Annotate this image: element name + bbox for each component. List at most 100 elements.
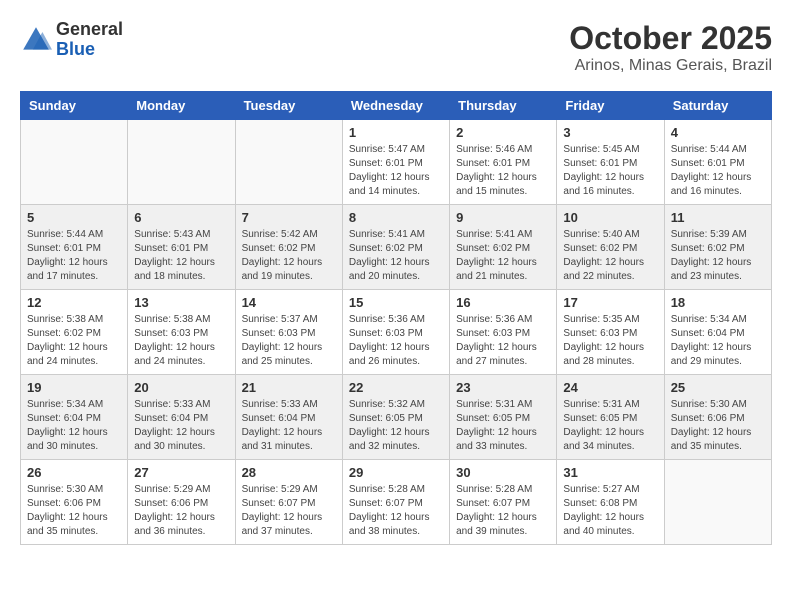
logo-line1: General [56,20,123,40]
calendar-day-cell [128,120,235,205]
day-number: 23 [456,380,550,395]
logo-text: General Blue [56,20,123,60]
calendar-day-cell: 27 Sunrise: 5:29 AMSunset: 6:06 PMDayligh… [128,460,235,545]
calendar-day-cell: 13 Sunrise: 5:38 AMSunset: 6:03 PMDayligh… [128,290,235,375]
page-header: General Blue October 2025 Arinos, Minas … [20,20,772,75]
calendar-day-cell: 15Sunrise: 5:36 AMSunset: 6:03 PMDayligh… [342,290,449,375]
calendar-day-cell: 7 Sunrise: 5:42 AMSunset: 6:02 PMDaylight… [235,205,342,290]
title-section: October 2025 Arinos, Minas Gerais, Brazi… [569,20,772,75]
day-info: Sunrise: 5:30 AMSunset: 6:06 PMDaylight:… [671,398,765,454]
calendar-day-cell: 24Sunrise: 5:31 AMSunset: 6:05 PMDayligh… [557,375,664,460]
calendar-week-row: 26 Sunrise: 5:30 AMSunset: 6:06 PMDayligh… [21,460,772,545]
calendar-day-cell: 9 Sunrise: 5:41 AMSunset: 6:02 PMDaylight… [450,205,557,290]
day-number: 11 [671,210,765,225]
day-number: 21 [242,380,336,395]
weekday-header-row: SundayMondayTuesdayWednesdayThursdayFrid… [21,92,772,120]
calendar-week-row: 19Sunrise: 5:34 AMSunset: 6:04 PMDayligh… [21,375,772,460]
location-label: Arinos, Minas Gerais, Brazil [569,57,772,75]
day-number: 28 [242,465,336,480]
calendar-day-cell [235,120,342,205]
calendar-day-cell: 6 Sunrise: 5:43 AMSunset: 6:01 PMDaylight… [128,205,235,290]
weekday-header-friday: Friday [557,92,664,120]
day-number: 20 [134,380,228,395]
calendar-day-cell: 26 Sunrise: 5:30 AMSunset: 6:06 PMDayligh… [21,460,128,545]
day-info: Sunrise: 5:47 AMSunset: 6:01 PMDaylight:… [349,143,443,199]
day-number: 29 [349,465,443,480]
day-info: Sunrise: 5:32 AMSunset: 6:05 PMDaylight:… [349,398,443,454]
weekday-header-sunday: Sunday [21,92,128,120]
day-info: Sunrise: 5:40 AMSunset: 6:02 PMDaylight:… [563,228,657,284]
calendar-day-cell: 3 Sunrise: 5:45 AMSunset: 6:01 PMDaylight… [557,120,664,205]
calendar-day-cell [664,460,771,545]
day-info: Sunrise: 5:45 AMSunset: 6:01 PMDaylight:… [563,143,657,199]
logo-icon [20,24,52,56]
day-info: Sunrise: 5:37 AMSunset: 6:03 PMDaylight:… [242,313,336,369]
day-number: 2 [456,125,550,140]
day-info: Sunrise: 5:30 AMSunset: 6:06 PMDaylight:… [27,483,121,539]
day-info: Sunrise: 5:36 AMSunset: 6:03 PMDaylight:… [349,313,443,369]
day-number: 7 [242,210,336,225]
day-info: Sunrise: 5:42 AMSunset: 6:02 PMDaylight:… [242,228,336,284]
day-number: 6 [134,210,228,225]
day-number: 5 [27,210,121,225]
day-info: Sunrise: 5:36 AMSunset: 6:03 PMDaylight:… [456,313,550,369]
day-info: Sunrise: 5:28 AMSunset: 6:07 PMDaylight:… [456,483,550,539]
calendar-day-cell: 29 Sunrise: 5:28 AMSunset: 6:07 PMDayligh… [342,460,449,545]
calendar-day-cell: 20 Sunrise: 5:33 AMSunset: 6:04 PMDayligh… [128,375,235,460]
day-info: Sunrise: 5:29 AMSunset: 6:07 PMDaylight:… [242,483,336,539]
day-number: 8 [349,210,443,225]
day-number: 25 [671,380,765,395]
day-number: 16 [456,295,550,310]
day-number: 13 [134,295,228,310]
calendar-day-cell: 31 Sunrise: 5:27 AMSunset: 6:08 PMDayligh… [557,460,664,545]
day-info: Sunrise: 5:29 AMSunset: 6:06 PMDaylight:… [134,483,228,539]
day-number: 17 [563,295,657,310]
day-number: 19 [27,380,121,395]
calendar-day-cell: 23 Sunrise: 5:31 AMSunset: 6:05 PMDayligh… [450,375,557,460]
calendar-day-cell: 25 Sunrise: 5:30 AMSunset: 6:06 PMDayligh… [664,375,771,460]
calendar-day-cell: 5 Sunrise: 5:44 AMSunset: 6:01 PMDaylight… [21,205,128,290]
day-number: 26 [27,465,121,480]
calendar-day-cell: 2 Sunrise: 5:46 AMSunset: 6:01 PMDaylight… [450,120,557,205]
calendar-day-cell: 19Sunrise: 5:34 AMSunset: 6:04 PMDayligh… [21,375,128,460]
calendar-day-cell [21,120,128,205]
calendar-day-cell: 14 Sunrise: 5:37 AMSunset: 6:03 PMDayligh… [235,290,342,375]
calendar-day-cell: 1Sunrise: 5:47 AMSunset: 6:01 PMDaylight… [342,120,449,205]
day-info: Sunrise: 5:43 AMSunset: 6:01 PMDaylight:… [134,228,228,284]
day-number: 3 [563,125,657,140]
weekday-header-wednesday: Wednesday [342,92,449,120]
day-number: 14 [242,295,336,310]
day-info: Sunrise: 5:31 AMSunset: 6:05 PMDaylight:… [456,398,550,454]
day-info: Sunrise: 5:38 AMSunset: 6:03 PMDaylight:… [134,313,228,369]
day-number: 12 [27,295,121,310]
weekday-header-tuesday: Tuesday [235,92,342,120]
day-info: Sunrise: 5:39 AMSunset: 6:02 PMDaylight:… [671,228,765,284]
day-info: Sunrise: 5:41 AMSunset: 6:02 PMDaylight:… [456,228,550,284]
day-info: Sunrise: 5:46 AMSunset: 6:01 PMDaylight:… [456,143,550,199]
day-number: 18 [671,295,765,310]
day-number: 31 [563,465,657,480]
calendar-week-row: 12 Sunrise: 5:38 AMSunset: 6:02 PMDayligh… [21,290,772,375]
calendar-day-cell: 17 Sunrise: 5:35 AMSunset: 6:03 PMDayligh… [557,290,664,375]
weekday-header-thursday: Thursday [450,92,557,120]
calendar-day-cell: 28 Sunrise: 5:29 AMSunset: 6:07 PMDayligh… [235,460,342,545]
logo-line2: Blue [56,40,123,60]
day-info: Sunrise: 5:44 AMSunset: 6:01 PMDaylight:… [27,228,121,284]
day-number: 9 [456,210,550,225]
day-info: Sunrise: 5:44 AMSunset: 6:01 PMDaylight:… [671,143,765,199]
day-info: Sunrise: 5:33 AMSunset: 6:04 PMDaylight:… [134,398,228,454]
day-info: Sunrise: 5:28 AMSunset: 6:07 PMDaylight:… [349,483,443,539]
day-number: 30 [456,465,550,480]
day-info: Sunrise: 5:27 AMSunset: 6:08 PMDaylight:… [563,483,657,539]
day-info: Sunrise: 5:38 AMSunset: 6:02 PMDaylight:… [27,313,121,369]
day-number: 4 [671,125,765,140]
calendar-table: SundayMondayTuesdayWednesdayThursdayFrid… [20,91,772,545]
calendar-day-cell: 30 Sunrise: 5:28 AMSunset: 6:07 PMDayligh… [450,460,557,545]
day-info: Sunrise: 5:35 AMSunset: 6:03 PMDaylight:… [563,313,657,369]
month-title: October 2025 [569,20,772,57]
calendar-day-cell: 16 Sunrise: 5:36 AMSunset: 6:03 PMDayligh… [450,290,557,375]
day-info: Sunrise: 5:33 AMSunset: 6:04 PMDaylight:… [242,398,336,454]
day-number: 27 [134,465,228,480]
calendar-week-row: 5 Sunrise: 5:44 AMSunset: 6:01 PMDaylight… [21,205,772,290]
day-number: 10 [563,210,657,225]
